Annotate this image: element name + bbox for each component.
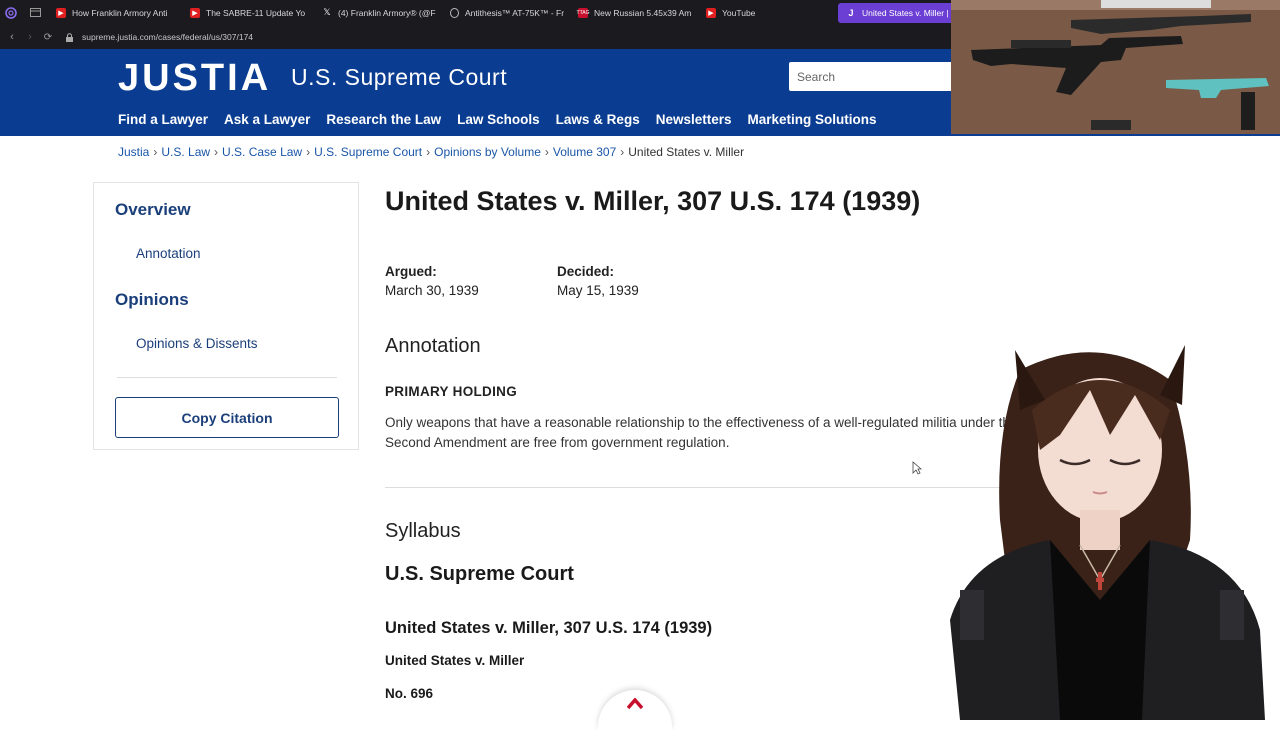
- site-subtitle[interactable]: U.S. Supreme Court: [291, 64, 507, 91]
- argued-label: Argued:: [385, 264, 437, 279]
- breadcrumb-link[interactable]: U.S. Law: [161, 145, 210, 159]
- sidebar-item-opinions-dissents[interactable]: Opinions & Dissents: [136, 336, 258, 351]
- forward-icon[interactable]: ›: [21, 31, 39, 43]
- scroll-to-top-button[interactable]: [598, 690, 672, 730]
- syllabus-heading: Syllabus: [385, 520, 461, 542]
- decided-label: Decided:: [557, 264, 615, 279]
- avatar-image: [950, 345, 1265, 720]
- sidebar: Overview Annotation Opinions Opinions & …: [93, 182, 359, 450]
- nav-research-the-law[interactable]: Research the Law: [326, 112, 441, 127]
- breadcrumb-link[interactable]: Opinions by Volume: [434, 145, 541, 159]
- nav-newsletters[interactable]: Newsletters: [656, 112, 732, 127]
- youtube-icon: ▶: [190, 7, 200, 18]
- breadcrumb-link[interactable]: Justia: [118, 145, 149, 159]
- x-icon: 𝕏: [323, 7, 331, 17]
- justia-icon: J: [848, 7, 854, 18]
- browser-tab[interactable]: ▶ How Franklin Armory Anti: [48, 3, 182, 23]
- search-input[interactable]: Search: [789, 62, 959, 91]
- nav-law-schools[interactable]: Law Schools: [457, 112, 540, 127]
- main-nav: Find a Lawyer Ask a Lawyer Research the …: [118, 112, 893, 127]
- case-heading: United States v. Miller, 307 U.S. 174 (1…: [385, 619, 713, 637]
- annotation-heading: Annotation: [385, 335, 481, 357]
- breadcrumb-current: United States v. Miller: [628, 145, 745, 159]
- sidebar-heading-overview[interactable]: Overview: [115, 200, 191, 220]
- browser-tab[interactable]: 𝕏 (4) Franklin Armory® (@F: [314, 3, 442, 23]
- sidebar-item-annotation[interactable]: Annotation: [136, 246, 201, 261]
- browser-logo-icon[interactable]: [4, 6, 18, 20]
- browser-tab[interactable]: TTAG New Russian 5.45x39 Am: [570, 3, 698, 23]
- justia-logo[interactable]: JUSTIA: [118, 57, 271, 100]
- nav-marketing-solutions[interactable]: Marketing Solutions: [748, 112, 877, 127]
- rifles-image: [951, 0, 1280, 134]
- primary-holding-label: PRIMARY HOLDING: [385, 384, 518, 399]
- decided-block: Decided: May 15, 1939: [557, 264, 639, 298]
- copy-citation-button[interactable]: Copy Citation: [115, 397, 339, 438]
- url-field[interactable]: supreme.justia.com/cases/federal/us/307/…: [65, 32, 253, 42]
- nav-laws-regs[interactable]: Laws & Regs: [556, 112, 640, 127]
- franklin-icon: [450, 7, 459, 18]
- chevron-up-icon: [627, 698, 643, 709]
- lock-icon: [66, 32, 73, 42]
- court-heading: U.S. Supreme Court: [385, 563, 574, 585]
- case-name: United States v. Miller: [385, 653, 525, 668]
- argued-date: March 30, 1939: [385, 283, 479, 298]
- browser-tab[interactable]: ▶ YouTube: [698, 3, 834, 23]
- decided-date: May 15, 1939: [557, 283, 639, 298]
- ttag-icon: TTAG: [576, 7, 590, 18]
- sidebar-heading-opinions[interactable]: Opinions: [115, 290, 189, 310]
- sidebar-divider: [117, 377, 337, 378]
- youtube-icon: ▶: [56, 7, 66, 18]
- page-title: United States v. Miller, 307 U.S. 174 (1…: [385, 186, 921, 216]
- browser-tab-active[interactable]: J United States v. Miller | 30: [838, 2, 960, 23]
- reload-icon[interactable]: ⟳: [39, 32, 57, 43]
- breadcrumb-link[interactable]: U.S. Supreme Court: [314, 145, 422, 159]
- breadcrumb: Justia › U.S. Law › U.S. Case Law › U.S. Supre…: [118, 145, 745, 159]
- mouse-cursor-icon: [912, 461, 922, 475]
- argued-block: Argued: March 30, 1939: [385, 264, 479, 298]
- breadcrumb-link[interactable]: U.S. Case Law: [222, 145, 302, 159]
- youtube-icon: ▶: [706, 7, 716, 18]
- back-icon[interactable]: ‹: [3, 31, 21, 43]
- nav-ask-a-lawyer[interactable]: Ask a Lawyer: [224, 112, 310, 127]
- browser-tab[interactable]: ▶ The SABRE-11 Update Yo: [182, 3, 314, 23]
- breadcrumb-link[interactable]: Volume 307: [553, 145, 616, 159]
- browser-tab[interactable]: Antithesis™ AT-75K™ - Fr: [442, 3, 570, 23]
- workspaces-icon[interactable]: [28, 6, 42, 20]
- webcam-overlay: [951, 0, 1280, 134]
- docket-number: No. 696: [385, 686, 434, 701]
- avatar-overlay: [920, 340, 1280, 720]
- nav-find-a-lawyer[interactable]: Find a Lawyer: [118, 112, 208, 127]
